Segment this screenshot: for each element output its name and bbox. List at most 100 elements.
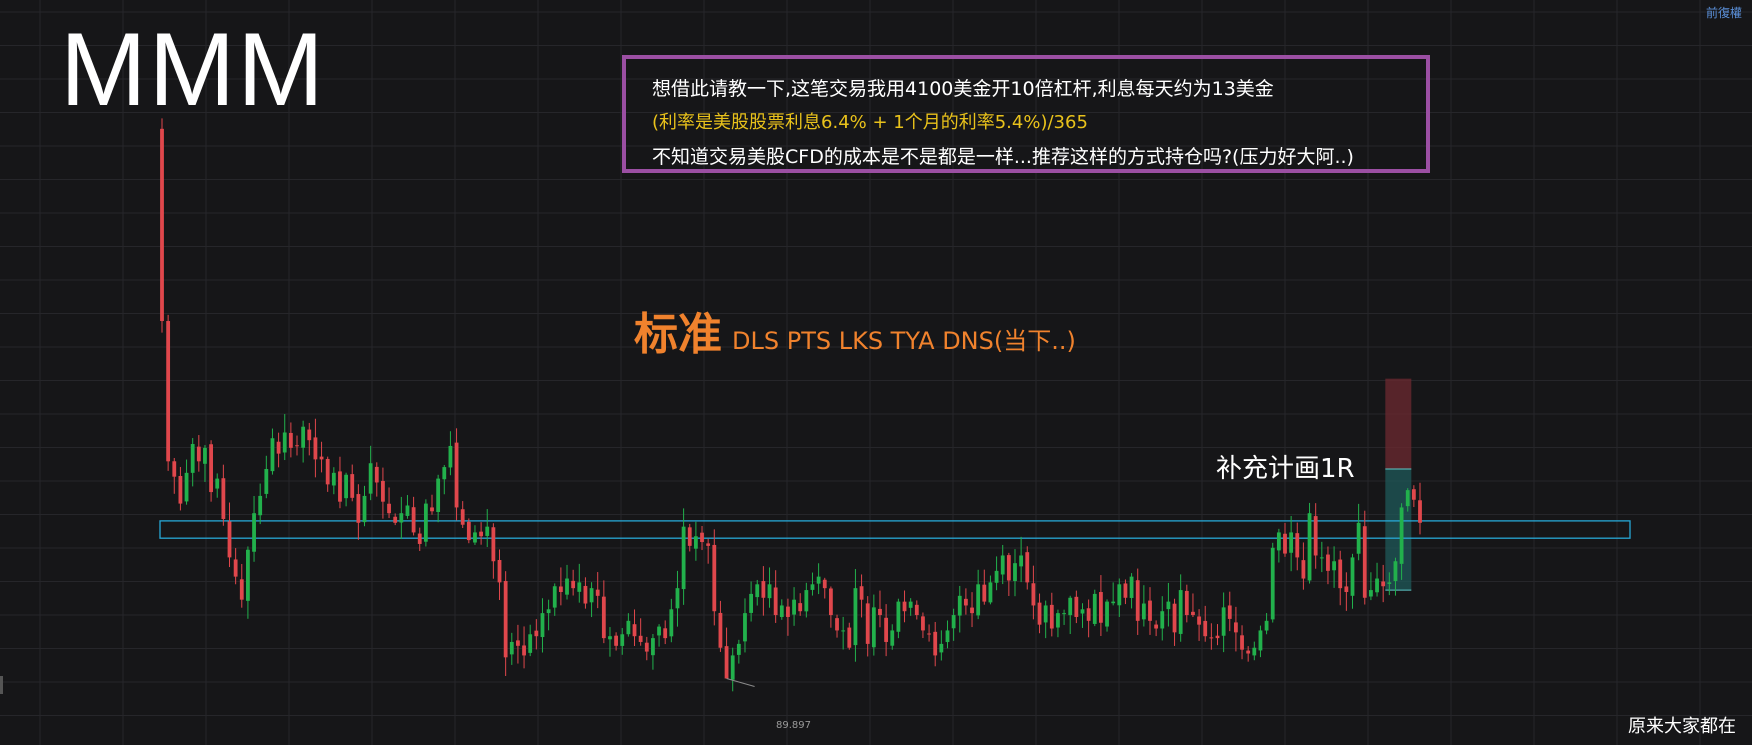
candle-body bbox=[252, 513, 256, 552]
candle-body bbox=[184, 472, 189, 502]
candle-body bbox=[430, 507, 434, 512]
candle-body bbox=[798, 603, 803, 612]
candle bbox=[908, 598, 913, 616]
candle bbox=[1123, 579, 1128, 605]
candle-body bbox=[878, 608, 882, 616]
candle-body bbox=[1393, 561, 1398, 582]
candle bbox=[1252, 641, 1257, 661]
candle-body bbox=[847, 627, 852, 648]
candle bbox=[436, 474, 441, 523]
candle bbox=[614, 632, 619, 651]
candle-body bbox=[1319, 557, 1324, 559]
candle bbox=[693, 521, 698, 561]
candle bbox=[1375, 562, 1379, 597]
candle-body bbox=[1160, 611, 1165, 629]
candle-body bbox=[614, 635, 619, 646]
candle-body bbox=[761, 581, 766, 598]
candle bbox=[626, 613, 631, 637]
candle-body bbox=[1332, 561, 1336, 571]
candle-body bbox=[1289, 532, 1294, 553]
candle bbox=[1000, 544, 1005, 585]
candle-body bbox=[921, 616, 925, 631]
candle bbox=[865, 596, 870, 657]
candle bbox=[878, 590, 882, 628]
candle-body bbox=[884, 617, 889, 642]
candle-body bbox=[1246, 650, 1251, 654]
candle-body bbox=[632, 624, 637, 637]
candle-body bbox=[295, 445, 299, 447]
candle-body bbox=[417, 533, 422, 544]
standard-subtitle: DLS PTS LKS TYA DNS(当下..) bbox=[732, 327, 1076, 355]
candle-body bbox=[571, 580, 576, 589]
candle-body bbox=[755, 584, 760, 598]
candles-layer bbox=[160, 118, 1422, 692]
candle bbox=[724, 627, 729, 679]
candle bbox=[982, 569, 987, 605]
candle bbox=[1135, 568, 1140, 635]
candle-body bbox=[651, 638, 655, 656]
candle-body bbox=[804, 590, 809, 612]
candle-body bbox=[209, 444, 213, 493]
candle-body bbox=[970, 607, 974, 614]
candle bbox=[362, 485, 367, 527]
candle bbox=[344, 472, 348, 507]
question-note-box: 想借此请教一下,这笔交易我用4100美金开10倍杠杆,利息每天约为13美金 (利… bbox=[622, 55, 1430, 173]
candle bbox=[994, 556, 999, 591]
candle-body bbox=[1191, 611, 1195, 616]
candle-body bbox=[1019, 555, 1024, 567]
candle bbox=[1356, 503, 1361, 561]
candle-body bbox=[1295, 533, 1300, 558]
scroll-handle[interactable] bbox=[0, 676, 3, 694]
candle-body bbox=[1037, 602, 1042, 625]
candle-body bbox=[736, 643, 741, 655]
candle bbox=[933, 621, 938, 667]
candle-body bbox=[1381, 581, 1386, 587]
supplementary-plan-label: 补充计画1R bbox=[1216, 454, 1355, 484]
candle bbox=[473, 525, 477, 545]
candle bbox=[1105, 599, 1109, 632]
candle-body bbox=[1166, 601, 1171, 610]
candle bbox=[1172, 598, 1177, 646]
candle-body bbox=[743, 613, 747, 642]
candle-body bbox=[687, 527, 692, 546]
candle bbox=[1080, 603, 1085, 628]
candle-body bbox=[1203, 620, 1208, 637]
candle bbox=[331, 467, 336, 495]
adjustment-mode-label[interactable]: 前復權 bbox=[1706, 4, 1742, 21]
candle bbox=[1013, 549, 1017, 597]
candle-body bbox=[1283, 533, 1287, 554]
candle-body bbox=[749, 593, 754, 613]
candle-body bbox=[172, 461, 177, 477]
note-line-1: 想借此请教一下,这笔交易我用4100美金开10倍杠杆,利息每天约为13美金 bbox=[652, 78, 1274, 100]
candle bbox=[638, 618, 643, 646]
candle bbox=[718, 600, 723, 652]
take-profit-zone bbox=[1385, 469, 1412, 591]
candle bbox=[914, 600, 919, 620]
candle bbox=[767, 567, 772, 608]
candle bbox=[730, 647, 735, 692]
candle-body bbox=[448, 445, 453, 468]
candle bbox=[196, 435, 201, 472]
candle bbox=[442, 465, 447, 495]
candle-body bbox=[859, 586, 864, 600]
candle-body bbox=[675, 588, 680, 609]
candle-body bbox=[509, 641, 514, 655]
candle-body bbox=[896, 601, 901, 632]
candle bbox=[589, 582, 594, 618]
candle bbox=[601, 580, 606, 644]
candle bbox=[921, 612, 925, 639]
candle-body bbox=[258, 495, 263, 516]
candle-body bbox=[908, 601, 913, 608]
candle-body bbox=[356, 494, 361, 523]
candle-body bbox=[1215, 635, 1220, 639]
candle bbox=[1025, 546, 1030, 590]
candle bbox=[319, 441, 324, 473]
candle-body bbox=[669, 609, 674, 637]
candle bbox=[1191, 593, 1195, 618]
candle-body bbox=[939, 643, 944, 653]
candle-body bbox=[233, 559, 238, 577]
candle bbox=[681, 508, 686, 605]
candle bbox=[1031, 565, 1036, 620]
candle bbox=[957, 585, 962, 633]
candle-body bbox=[1092, 593, 1097, 624]
